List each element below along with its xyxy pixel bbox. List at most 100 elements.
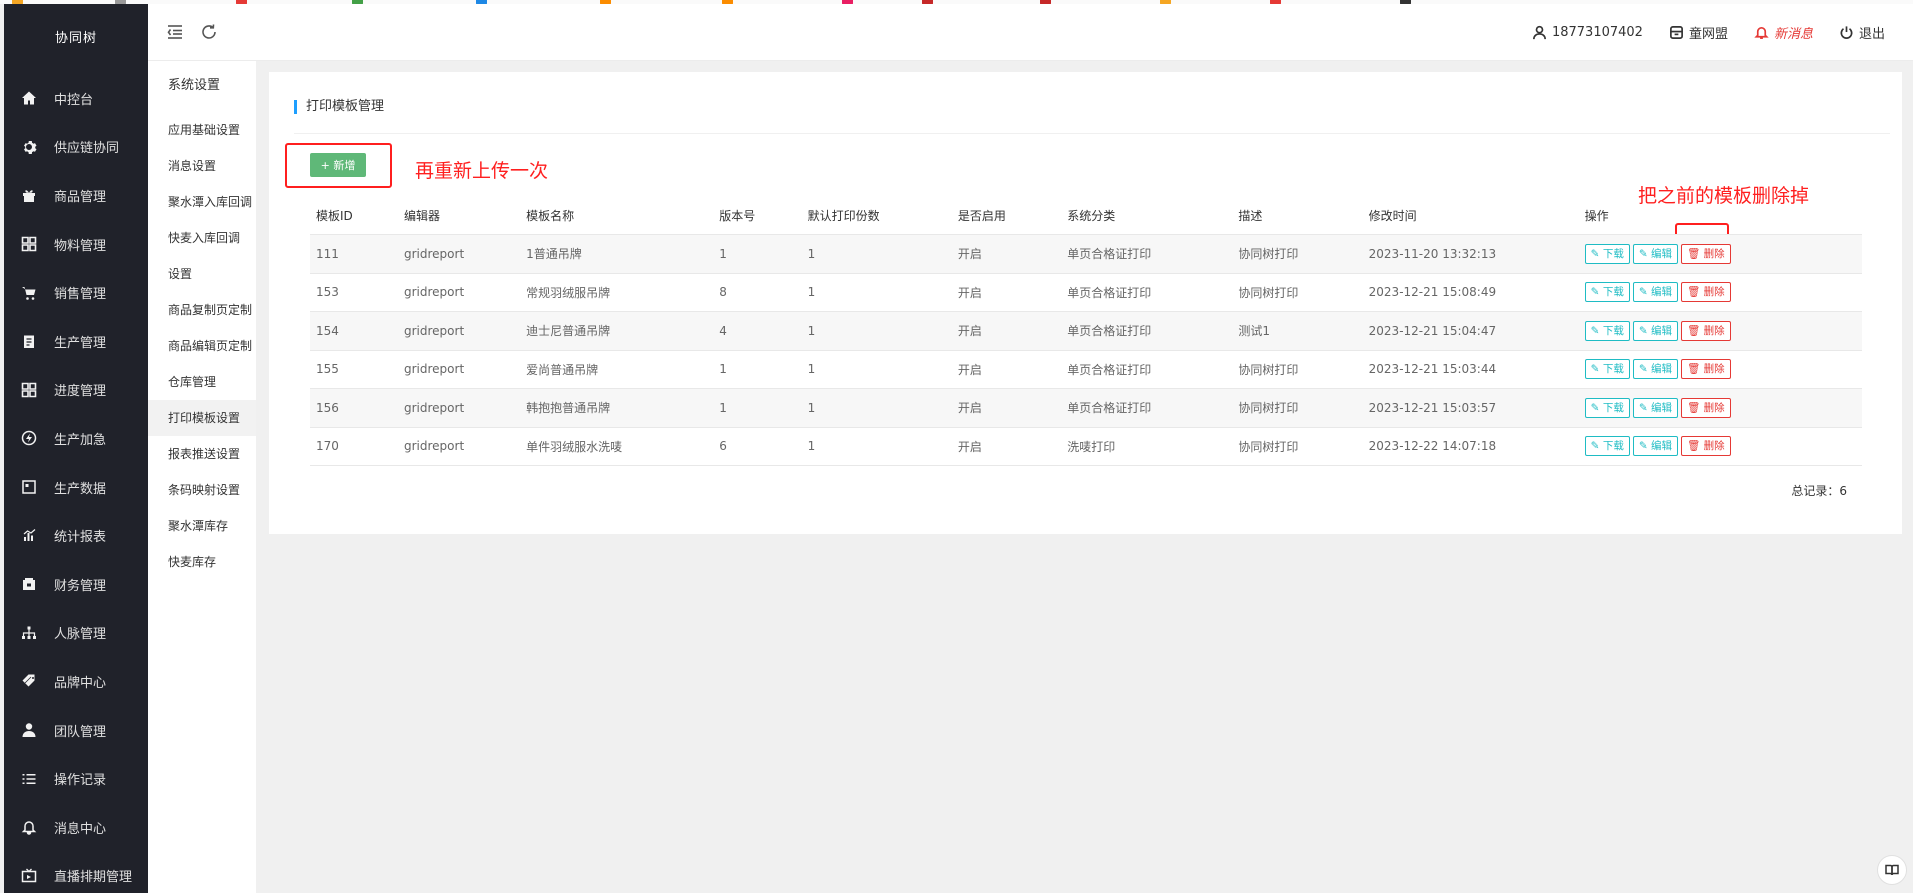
table-cell: gridreport [398,427,521,466]
table-cell: 开启 [951,388,1062,428]
table-cell: 1 [801,311,952,351]
nav-item-16[interactable]: 直播排期管理 [4,852,148,893]
nav-item-15[interactable]: 消息中心 [4,803,148,852]
user-phone: 18773107402 [1551,24,1643,40]
edit-button[interactable]: ✎ 编辑 [1632,243,1678,264]
download-label: 下载 [1602,247,1624,260]
download-button[interactable]: ✎ 下载 [1584,282,1630,303]
delete-button[interactable]: 🗑 删除 [1680,282,1731,303]
table-cell: gridreport [398,388,521,428]
table-cell: 2023-12-21 15:03:57 [1362,388,1579,428]
table-cell: 1普通吊牌 [520,234,714,274]
nav-item-3[interactable]: 物料管理 [4,220,148,269]
new-message-link[interactable]: 新消息 [1754,23,1813,42]
edit-label: 编辑 [1650,286,1672,299]
bell-icon [20,818,38,836]
brand-logo[interactable]: 协同树 [4,4,148,74]
nav-item-10[interactable]: 财务管理 [4,560,148,609]
download-button[interactable]: ✎ 下载 [1584,397,1630,418]
refresh-icon[interactable] [200,23,218,41]
collapse-menu-icon[interactable] [166,23,184,41]
nav-item-label: 统计报表 [54,530,107,546]
submenu-item-2[interactable]: 聚水潭入库回调 [148,184,256,220]
download-button[interactable]: ✎ 下载 [1584,320,1630,341]
delete-button[interactable]: 🗑 删除 [1680,243,1731,264]
submenu-item-5[interactable]: 商品编辑页定制 [148,328,256,364]
table-row: 156 gridreport 韩抱抱普通吊牌 1 1 开启 单页合格证打印 协同树打印 2023… [310,388,1862,428]
trash-icon: 🗑 [1686,286,1701,299]
table-cell: 单页合格证打印 [1061,388,1233,428]
edit-button[interactable]: ✎ 编辑 [1632,282,1678,303]
download-button[interactable]: ✎ 下载 [1584,436,1630,457]
submenu-item-6[interactable]: 仓库管理 [148,364,256,400]
book-icon[interactable] [1877,855,1907,885]
nav-item-4[interactable]: 销售管理 [4,268,148,317]
main-sidebar: 协同树 中控台 供应链协同 商品管理 物料管理 销售管理生产管理进度管理生产加急生产数据… [4,4,148,893]
submenu-item-8[interactable]: 报表推送设置 [148,436,256,472]
download-label: 下载 [1602,286,1624,299]
table-cell: 1 [801,350,952,389]
nav-item-12[interactable]: 品牌中心 [4,657,148,706]
nav-item-8[interactable]: 生产数据 [4,463,148,512]
table-body: 111 gridreport 1普通吊牌 1 1 开启 单页合格证打印 协同树打印 2023-1… [310,234,1862,466]
edit-label: 编辑 [1650,440,1672,453]
user-icon [1533,25,1546,39]
nav-item-14[interactable]: 操作记录 [4,754,148,803]
pencil-icon: ✎ [1638,363,1648,376]
table-cell: gridreport [398,350,521,389]
table-cell: 2023-12-21 15:08:49 [1362,273,1579,312]
print-template-card: 打印模板管理 + 新增 再重新上传一次 把之前的模板删除掉 模板ID 编辑器 模板名… [269,72,1902,534]
user-account[interactable]: 18773107402 [1532,25,1643,40]
submenu-item-0[interactable]: 应用基础设置 [148,112,256,148]
nav-item-6[interactable]: 进度管理 [4,366,148,415]
table-row: 153 gridreport 常规羽绒服吊牌 8 1 开启 单页合格证打印 协同树打印 2023… [310,273,1862,312]
table-cell: 开启 [951,427,1062,466]
nav-item-label: 生产管理 [54,335,107,351]
submenu-item-4[interactable]: 商品复制页定制 [148,292,256,328]
trash-icon: 🗑 [1686,247,1701,260]
delete-button[interactable]: 🗑 删除 [1680,397,1731,418]
delete-button[interactable]: 🗑 删除 [1680,359,1731,380]
nav-item-1[interactable]: 供应链协同 [4,123,148,172]
submenu-item-3[interactable]: 快麦入库回调设置 [148,220,256,292]
submenu-item-7[interactable]: 打印模板设置 [148,400,256,436]
delete-button[interactable]: 🗑 删除 [1680,436,1731,457]
edit-button[interactable]: ✎ 编辑 [1632,320,1678,341]
header-actions: 18773107402 童网盟 新消息 退出 [1532,4,1885,60]
edit-button[interactable]: ✎ 编辑 [1632,397,1678,418]
table-cell: 单页合格证打印 [1061,311,1233,351]
row-actions: ✎ 下载 ✎ 编辑 🗑 删除 [1578,427,1862,466]
new-message-label: 新消息 [1773,26,1813,42]
nav-item-11[interactable]: 人脉管理 [4,609,148,658]
submenu-item-10[interactable]: 聚水潭库存 [148,508,256,544]
clipboard-icon [20,332,38,350]
download-button[interactable]: ✎ 下载 [1584,243,1630,264]
edit-button[interactable]: ✎ 编辑 [1632,436,1678,457]
nav-item-0[interactable]: 中控台 [4,74,148,123]
delete-button[interactable]: 🗑 删除 [1680,320,1731,341]
table-cell: 迪士尼普通吊牌 [520,311,714,351]
bolt-icon [20,429,38,447]
table-cell: 协同树打印 [1232,273,1363,312]
table-cell: 单件羽绒服水洗唛 [520,427,714,466]
column-header-4: 默认打印份数 [801,196,952,235]
nav-item-label: 生产数据 [54,481,107,497]
delete-label: 删除 [1703,363,1725,376]
download-button[interactable]: ✎ 下载 [1584,359,1630,380]
nav-item-2[interactable]: 商品管理 [4,171,148,220]
column-header-1: 编辑器 [398,196,521,235]
data-icon [20,478,38,496]
submenu-item-11[interactable]: 快麦库存 [148,544,256,580]
nav-item-9[interactable]: 统计报表 [4,511,148,560]
submenu-item-1[interactable]: 消息设置 [148,148,256,184]
nav-item-label: 生产加急 [54,432,107,448]
nav-item-7[interactable]: 生产加急 [4,414,148,463]
edit-button[interactable]: ✎ 编辑 [1632,359,1678,380]
table-cell: 6 [713,427,802,466]
table-cell: 爱尚普通吊牌 [520,350,714,389]
logout-button[interactable]: 退出 [1839,23,1885,42]
nav-item-13[interactable]: 团队管理 [4,706,148,755]
submenu-item-9[interactable]: 条码映射设置 [148,472,256,508]
nav-item-5[interactable]: 生产管理 [4,317,148,366]
alliance-link[interactable]: 童网盟 [1669,23,1728,42]
